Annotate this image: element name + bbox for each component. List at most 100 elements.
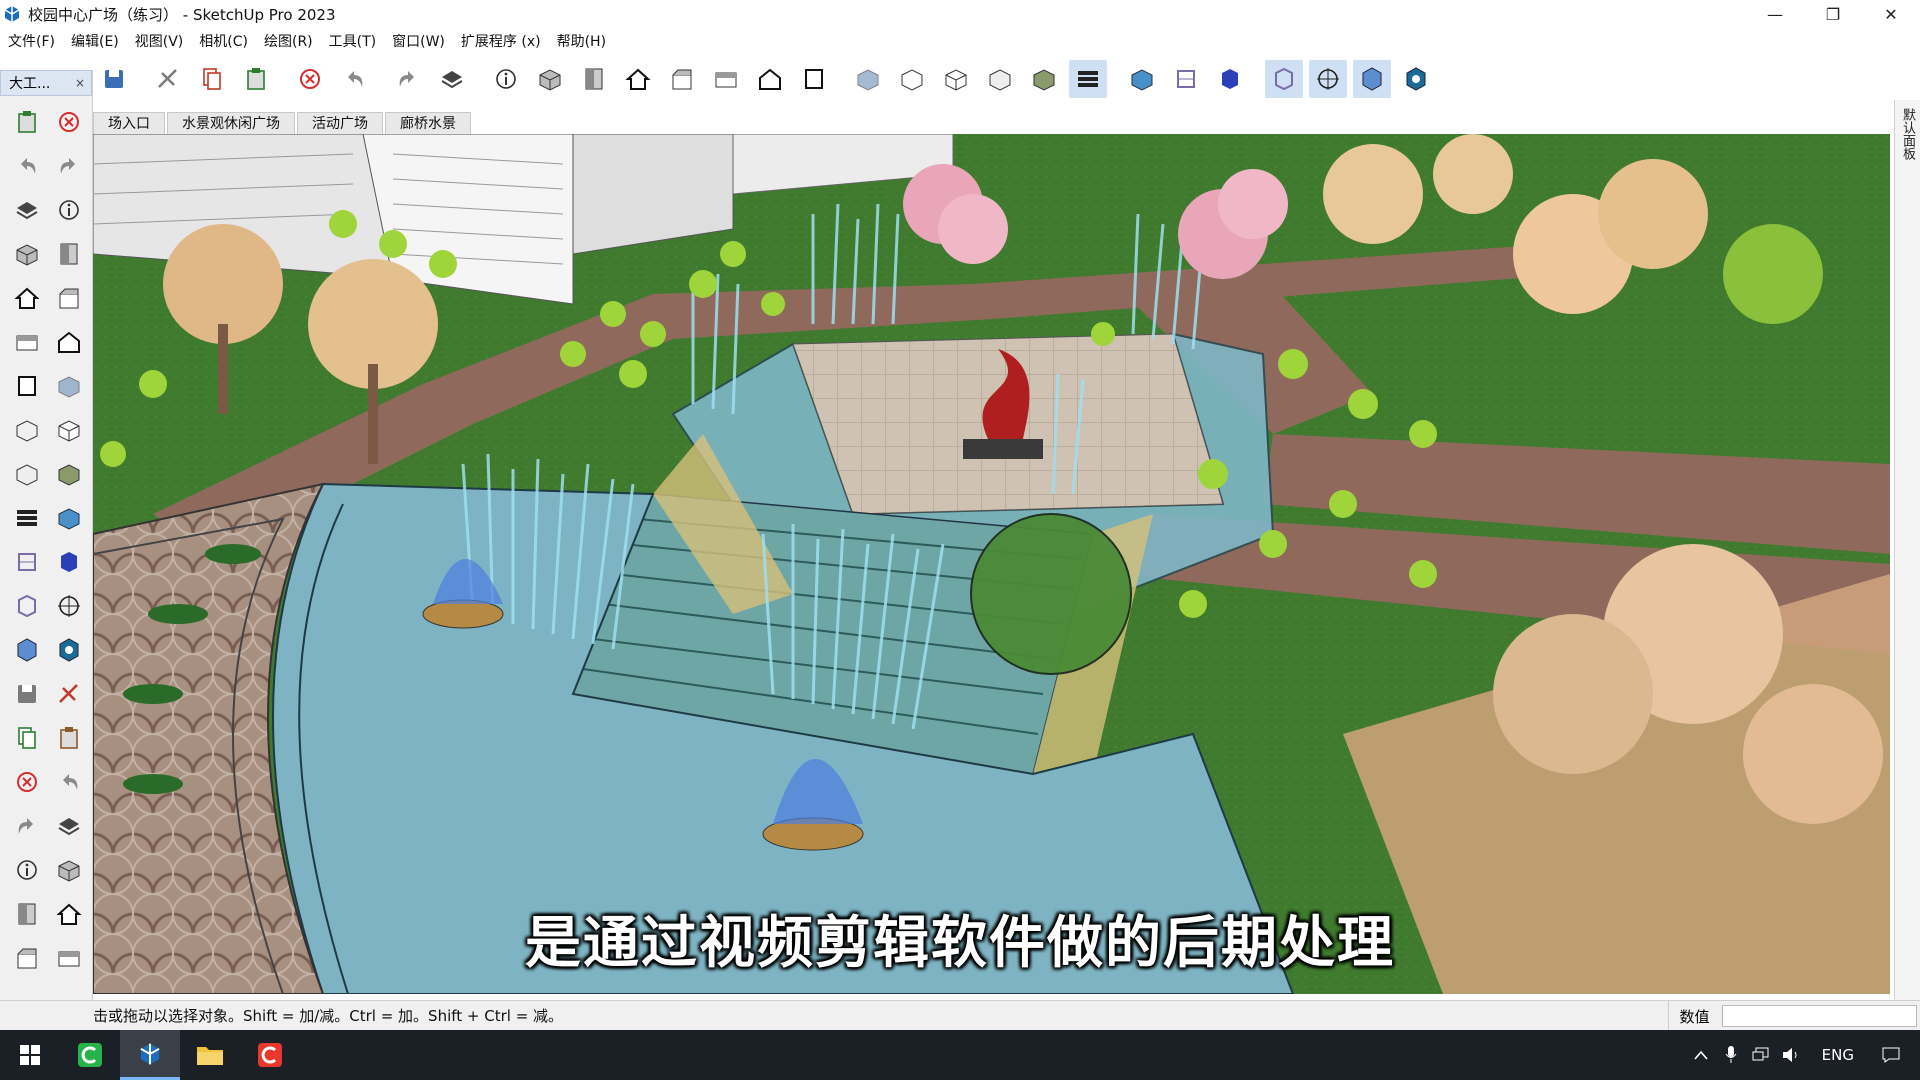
tape-measure-icon[interactable]: [6, 628, 48, 672]
back-view-icon[interactable]: [751, 60, 789, 98]
circle-face[interactable]: [970, 513, 1132, 675]
previous-view-icon[interactable]: [48, 848, 90, 892]
taskbar-camtasia-recorder[interactable]: [60, 1030, 120, 1080]
notification-icon[interactable]: [1876, 1030, 1906, 1080]
circle-icon[interactable]: [6, 320, 48, 364]
push-pull-icon[interactable]: [48, 452, 90, 496]
three-point-arc-icon[interactable]: [6, 408, 48, 452]
front-view-icon[interactable]: [663, 60, 701, 98]
volume-icon[interactable]: [1776, 1030, 1806, 1080]
monochrome-icon[interactable]: [1069, 60, 1107, 98]
maximize-button[interactable]: ❐: [1804, 0, 1862, 28]
wireframe-icon[interactable]: [893, 60, 931, 98]
tab-scene-bridge-water[interactable]: 廊桥水景: [385, 112, 471, 134]
freehand-icon[interactable]: [48, 232, 90, 276]
measurements-input[interactable]: [1722, 1005, 1917, 1027]
axes-icon[interactable]: [6, 584, 48, 628]
menu-tools[interactable]: 工具(T): [321, 30, 384, 54]
eraser-icon[interactable]: [48, 144, 90, 188]
panel-title: 大工...: [9, 76, 51, 92]
protractor-icon[interactable]: [6, 672, 48, 716]
follow-me-icon[interactable]: [48, 496, 90, 540]
zoom-window-icon[interactable]: [48, 804, 90, 848]
solid-tools-icon[interactable]: [1353, 60, 1391, 98]
menu-extensions[interactable]: 扩展程序 (x): [453, 30, 549, 54]
right-view-icon[interactable]: [707, 60, 745, 98]
panel-header[interactable]: 大工... ×: [0, 70, 92, 96]
pencil-icon[interactable]: [48, 188, 90, 232]
rectangle-icon[interactable]: [6, 276, 48, 320]
two-point-arc-icon[interactable]: [48, 364, 90, 408]
xray-icon[interactable]: [849, 60, 887, 98]
3d-text-icon[interactable]: [48, 716, 90, 760]
tab-scene-water-plaza[interactable]: 水景观休闲广场: [167, 112, 295, 134]
offset-icon[interactable]: [48, 540, 90, 584]
rotate-icon[interactable]: [6, 496, 48, 540]
network-icon[interactable]: [1746, 1030, 1776, 1080]
orbit-tool-icon[interactable]: [48, 100, 90, 144]
paste-icon[interactable]: [237, 60, 275, 98]
model-info-icon[interactable]: [487, 60, 525, 98]
start-button[interactable]: [0, 1030, 60, 1080]
default-tray-strip[interactable]: 默认面板: [1894, 100, 1920, 1000]
menu-view[interactable]: 视图(V): [127, 30, 192, 54]
pan-icon[interactable]: [48, 760, 90, 804]
shaded-texture-icon[interactable]: [1025, 60, 1063, 98]
tab-scene-activity-plaza[interactable]: 活动广场: [297, 112, 383, 134]
paint-bucket-icon[interactable]: [6, 144, 48, 188]
copy-icon[interactable]: [193, 60, 231, 98]
move-icon[interactable]: [6, 452, 48, 496]
menu-window[interactable]: 窗口(W): [384, 30, 453, 54]
taskbar-camtasia[interactable]: [240, 1030, 300, 1080]
solid-icon[interactable]: [48, 584, 90, 628]
shaded-icon[interactable]: [981, 60, 1019, 98]
minimize-button[interactable]: —: [1746, 0, 1804, 28]
undo-icon[interactable]: [335, 60, 373, 98]
section-plane-icon[interactable]: [1123, 60, 1161, 98]
menu-camera[interactable]: 相机(C): [191, 30, 256, 54]
text-icon[interactable]: [48, 672, 90, 716]
taskbar-sketchup[interactable]: [120, 1030, 180, 1080]
print-icon[interactable]: [433, 60, 471, 98]
taskbar-file-explorer[interactable]: [180, 1030, 240, 1080]
left-view-icon[interactable]: [795, 60, 833, 98]
zoom-extents-icon[interactable]: [6, 848, 48, 892]
cut-icon[interactable]: [149, 60, 187, 98]
section-cut-icon[interactable]: [1211, 60, 1249, 98]
section-display-icon[interactable]: [1167, 60, 1205, 98]
rotated-rectangle-icon[interactable]: [48, 276, 90, 320]
component-icon[interactable]: [6, 188, 48, 232]
erase-icon[interactable]: [291, 60, 329, 98]
top-view-icon[interactable]: [575, 60, 613, 98]
line-tool-icon[interactable]: [6, 232, 48, 276]
iso-view-icon[interactable]: [531, 60, 569, 98]
menu-draw[interactable]: 绘图(R): [256, 30, 321, 54]
axes-tool-icon[interactable]: [6, 716, 48, 760]
status-bar: 击或拖动以选择对象。Shift = 加/减。Ctrl = 加。Shift + C…: [0, 1000, 1920, 1031]
close-window-button[interactable]: ✕: [1862, 0, 1920, 28]
chevron-up-icon[interactable]: [1686, 1030, 1716, 1080]
scale-icon[interactable]: [6, 540, 48, 584]
component-icon[interactable]: [1309, 60, 1347, 98]
redo-icon[interactable]: [389, 60, 427, 98]
home-icon[interactable]: [619, 60, 657, 98]
input-language[interactable]: ENG: [1822, 1046, 1854, 1064]
hidden-line-icon[interactable]: [937, 60, 975, 98]
save-icon[interactable]: [95, 60, 133, 98]
tab-scene-entrance[interactable]: 场入口: [93, 112, 165, 134]
pie-icon[interactable]: [48, 408, 90, 452]
select-tool-icon[interactable]: [6, 100, 48, 144]
orbit-icon[interactable]: [6, 760, 48, 804]
dimension-icon[interactable]: [48, 628, 90, 672]
menu-help[interactable]: 帮助(H): [549, 30, 614, 54]
model-viewport[interactable]: [93, 134, 1890, 994]
microphone-icon[interactable]: [1716, 1030, 1746, 1080]
menu-edit[interactable]: 编辑(E): [63, 30, 127, 54]
arc-icon[interactable]: [6, 364, 48, 408]
polygon-icon[interactable]: [48, 320, 90, 364]
menu-file[interactable]: 文件(F): [0, 30, 63, 54]
warehouse-icon[interactable]: [1397, 60, 1435, 98]
orbit-view-icon[interactable]: [1265, 60, 1303, 98]
zoom-icon[interactable]: [6, 804, 48, 848]
close-panel-icon[interactable]: ×: [75, 76, 85, 90]
